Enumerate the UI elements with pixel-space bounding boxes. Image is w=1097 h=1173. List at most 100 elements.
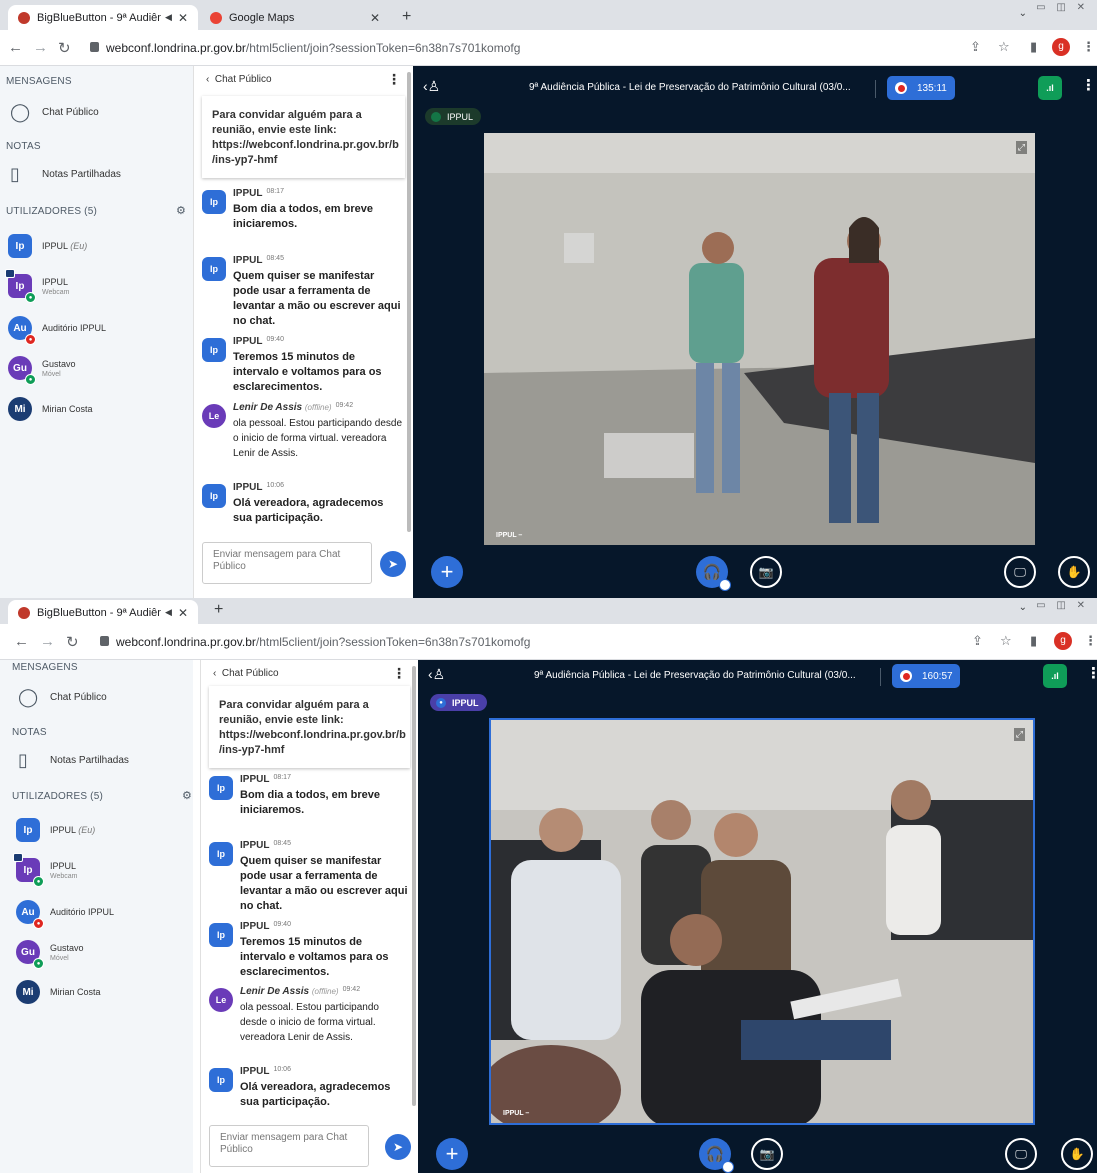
fullscreen-icon[interactable]: ⤢ [1015,141,1027,154]
toggle-user-list-icon[interactable]: ‹♙ [423,78,440,95]
talking-indicator: IPPUL [425,108,482,125]
tab-bar: BigBlueButton - 9ª Audiênci ◀︎ ✕ Google … [0,0,1097,30]
user-row-ippul-webcam[interactable]: Ip ● IPPUL Webcam [13,853,78,887]
browser-menu-icon[interactable]: ⋮ [1082,39,1095,55]
back-icon[interactable]: ← [8,39,23,56]
profile-avatar[interactable]: g [1054,632,1072,650]
user-row-ippul-me[interactable]: Ip IPPUL (Eu) [16,818,95,842]
chat-options-icon[interactable]: ⋮ [387,71,401,88]
url-field[interactable]: webconf.londrina.pr.gov.br/html5client/j… [106,41,520,55]
webcam-video[interactable]: ⤢ IPPUL – [484,133,1035,545]
user-row-mirian[interactable]: Mi Mirian Costa [8,397,93,421]
raise-hand-button[interactable]: ✋ [1061,1138,1093,1170]
options-menu-icon[interactable]: ⋮ [1081,76,1096,94]
chat-options-icon[interactable]: ⋮ [392,665,406,682]
sidebar-item-shared-notes[interactable]: ▯ Notas Partilhadas [18,750,129,771]
bookmark-star-icon[interactable]: ☆ [998,39,1010,55]
window-controls[interactable]: ▭ ◫ ✕ [1036,600,1089,611]
connection-status-icon[interactable]: .ıl [1038,76,1062,100]
presentation-button[interactable]: 🖵 [1004,556,1036,588]
sidebar-item-public-chat[interactable]: ◯ Chat Público [10,102,99,123]
webcam-video[interactable]: ⤢ IPPUL – [489,718,1035,1125]
chat-message: Ip IPPUL 10:06 Olá vereadora, agradecemos … [202,482,403,526]
fullscreen-icon[interactable]: ⤢ [1013,728,1025,741]
chat-back-button[interactable]: ‹ Chat Público [213,668,279,679]
video-off-button[interactable]: 📷 [751,1138,783,1170]
avatar: Mi [8,397,32,421]
presentation-button[interactable]: 🖵 [1005,1138,1037,1170]
user-row-gustavo[interactable]: Gu ● Gustavo Móvel [16,940,84,969]
profile-avatar[interactable]: g [1052,38,1070,56]
options-menu-icon[interactable]: ⋮ [1086,664,1097,682]
toggle-user-list-icon[interactable]: ‹♙ [428,666,445,683]
actions-button[interactable]: + [436,1138,468,1170]
audio-playing-icon[interactable]: ◀︎ [165,12,172,23]
back-icon[interactable]: ← [14,633,29,650]
sidebar-item-shared-notes[interactable]: ▯ Notas Partilhadas [10,164,121,185]
side-panel-icon[interactable]: ▮ [1030,633,1037,649]
share-icon[interactable]: ⇪ [970,39,981,55]
mic-on-icon: ● [25,292,36,303]
user-list-panel: MENSAGENS ◯ Chat Público NOTAS ▯ Notas P… [0,66,193,598]
user-row-mirian[interactable]: Mi Mirian Costa [16,980,101,1004]
close-tab-icon[interactable]: ✕ [370,11,380,25]
forward-icon[interactable]: → [33,39,48,56]
chat-scrollbar[interactable] [407,72,411,532]
record-icon [900,670,912,682]
browser-menu-icon[interactable]: ⋮ [1084,633,1097,649]
mic-muted-icon: ● [33,918,44,929]
audio-button[interactable]: 🎧 [699,1138,734,1173]
chat-scrollbar[interactable] [412,666,416,1106]
mic-icon: ● [436,697,446,708]
user-row-ippul-webcam[interactable]: Ip ● IPPUL Webcam [5,269,70,303]
recording-indicator[interactable]: 160:57 [892,664,960,688]
share-icon[interactable]: ⇪ [972,633,983,649]
chat-message: Ip IPPUL 09:40 Teremos 15 minutos de inter… [209,921,408,980]
new-tab-icon[interactable]: + [402,8,411,26]
actions-button[interactable]: + [431,556,463,588]
video-off-button[interactable]: 📷 [750,556,782,588]
window-controls[interactable]: ▭ ◫ ✕ [1036,2,1089,13]
send-message-button[interactable]: ➤ [380,551,406,577]
forward-icon[interactable]: → [40,633,55,650]
reload-icon[interactable]: ↻ [66,633,79,651]
close-tab-icon[interactable]: ✕ [178,11,188,25]
audio-button[interactable]: 🎧 [696,556,731,591]
raise-hand-button[interactable]: ✋ [1058,556,1090,588]
new-tab-icon[interactable]: + [214,601,223,619]
bbb-favicon-icon [18,11,30,24]
chat-message-input[interactable]: Enviar mensagem para Chat Público [202,542,372,584]
user-row-gustavo[interactable]: Gu ● Gustavo Móvel [8,356,76,385]
user-options-gear-icon[interactable]: ⚙ [176,204,186,217]
bookmark-star-icon[interactable]: ☆ [1000,633,1012,649]
user-options-gear-icon[interactable]: ⚙ [182,789,192,802]
side-panel-icon[interactable]: ▮ [1030,39,1037,55]
sidebar-item-public-chat[interactable]: ◯ Chat Público [18,687,107,708]
tab-bigbluebutton[interactable]: BigBlueButton - 9ª Audiênci ◀︎ ✕ [8,600,198,625]
user-row-ippul-me[interactable]: Ip IPPUL (Eu) [8,234,87,258]
mic-on-icon: ● [33,876,44,887]
connection-status-icon[interactable]: .ıl [1043,664,1067,688]
tab-bigbluebutton[interactable]: BigBlueButton - 9ª Audiênci ◀︎ ✕ [8,5,198,30]
chat-message-input[interactable]: Enviar mensagem para Chat Público [209,1125,369,1167]
user-row-auditorio[interactable]: Au ● Auditório IPPUL [16,900,114,929]
avatar: Gu ● [8,356,36,385]
tab-search-icon[interactable]: ⌄ [1019,602,1027,613]
close-tab-icon[interactable]: ✕ [178,606,188,620]
avatar: Le [209,988,233,1012]
avatar: Au ● [8,316,36,345]
user-row-auditorio[interactable]: Au ● Auditório IPPUL [8,316,106,345]
tab-google-maps[interactable]: Google Maps ✕ [200,5,390,30]
avatar: Le [202,404,226,428]
recording-indicator[interactable]: 135:11 [887,76,955,100]
messages-header: MENSAGENS [6,76,72,87]
avatar: Ip [209,776,233,800]
send-message-button[interactable]: ➤ [385,1134,411,1160]
url-field[interactable]: webconf.londrina.pr.gov.br/html5client/j… [116,635,530,649]
welcome-message: Para convidar alguém para a reunião, env… [202,96,405,178]
chat-message: Ip IPPUL 08:17 Bom dia a todos, em breve i… [202,188,403,232]
audio-playing-icon[interactable]: ◀︎ [165,607,172,618]
tab-search-icon[interactable]: ⌄ [1019,8,1027,19]
chat-back-button[interactable]: ‹ Chat Público [206,74,272,85]
reload-icon[interactable]: ↻ [58,39,71,57]
